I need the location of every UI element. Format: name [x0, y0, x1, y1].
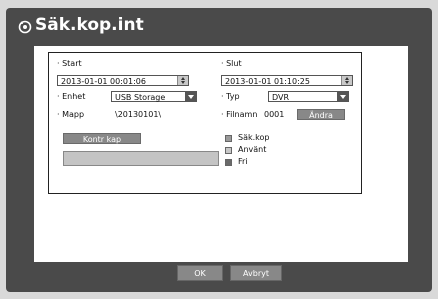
legend-label-free: Fri: [238, 157, 248, 166]
start-time-field[interactable]: 2013-01-01 00:01:06: [57, 75, 189, 86]
backup-icon: [18, 20, 32, 34]
device-value: USB Storage: [115, 93, 166, 102]
legend-label-backup: Säk.kop: [238, 133, 270, 142]
type-label: · Typ: [221, 92, 240, 101]
legend-swatch-free: [225, 159, 232, 166]
chevron-down-icon[interactable]: [337, 92, 348, 101]
change-button[interactable]: Ändra: [297, 109, 345, 120]
legend-swatch-used: [225, 147, 232, 154]
device-label: · Enhet: [57, 92, 86, 101]
filename-value: 0001: [264, 110, 285, 119]
dialog-title: Säk.kop.int: [35, 15, 144, 35]
end-label: · Slut: [221, 59, 242, 68]
end-time-value: 2013-01-01 01:10:25: [225, 77, 310, 86]
chevron-down-icon[interactable]: [185, 92, 196, 101]
type-value: DVR: [272, 93, 290, 102]
ok-button[interactable]: OK: [177, 265, 223, 281]
end-time-spinner[interactable]: [341, 76, 352, 85]
start-time-spinner[interactable]: [177, 76, 188, 85]
capacity-bar: [63, 151, 219, 166]
backup-settings-panel: · Start 2013-01-01 00:01:06 · Slut 2013-…: [48, 52, 362, 194]
filename-label: · Filnamn: [221, 110, 258, 119]
cancel-button[interactable]: Avbryt: [230, 265, 282, 281]
folder-value: \20130101\: [115, 110, 162, 119]
folder-label: · Mapp: [57, 110, 85, 119]
check-capacity-button[interactable]: Kontr kap: [63, 133, 141, 144]
type-select[interactable]: DVR: [268, 91, 349, 102]
start-label: · Start: [57, 59, 82, 68]
legend-swatch-backup: [225, 135, 232, 142]
device-select[interactable]: USB Storage: [111, 91, 197, 102]
legend-label-used: Använt: [238, 145, 267, 154]
end-time-field[interactable]: 2013-01-01 01:10:25: [221, 75, 353, 86]
start-time-value: 2013-01-01 00:01:06: [61, 77, 146, 86]
